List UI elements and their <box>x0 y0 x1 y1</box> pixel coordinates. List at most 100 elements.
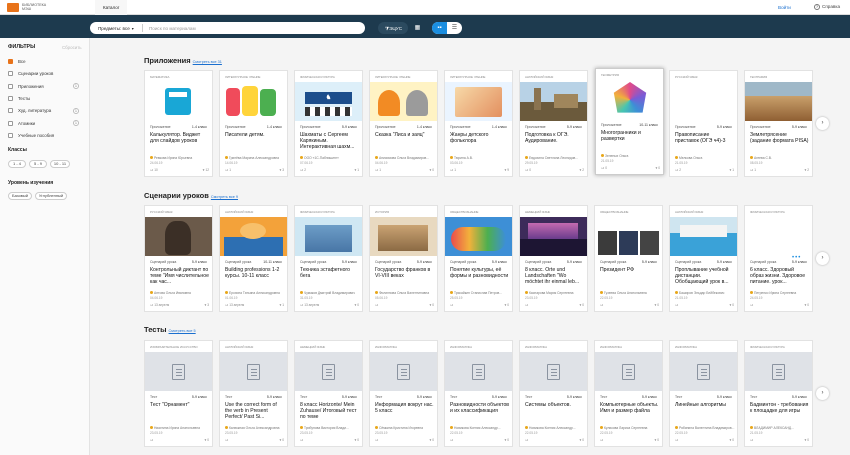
card-title[interactable]: 6 класс. Здоровый образ жизни. Здоровое … <box>750 267 809 286</box>
material-card[interactable]: Геометрия Приложение 10-11 класс Многогранн… <box>595 68 664 175</box>
likes[interactable]: ♥ 1 <box>279 303 284 307</box>
material-card[interactable]: Информатика Тест 5-9 класс Линейные алгорит… <box>669 340 738 447</box>
material-card[interactable]: Литературное чтение Приложение 1-4 класс Жа… <box>444 70 513 177</box>
search-input[interactable]: Поиск по материалам <box>149 26 196 31</box>
next-arrow-icon[interactable]: › <box>816 252 829 265</box>
material-card[interactable]: Изобразительное искусство Тест 5-9 класс Те… <box>144 340 213 447</box>
material-card[interactable]: История Сценарий урока 5-9 класс Государств… <box>369 205 438 312</box>
likes[interactable]: ♥ 0 <box>729 303 734 307</box>
material-card[interactable]: География Приложение 5-9 класс Землетрясени… <box>744 70 813 177</box>
card-title[interactable]: Шахматы с Сергеем Карякиным. Интерактивн… <box>300 132 359 151</box>
card-title[interactable]: Сказка "Лиса и заяц" <box>375 132 434 151</box>
grid-view-icon[interactable]: ▪▪ <box>432 22 447 34</box>
checkbox[interactable] <box>8 95 13 101</box>
library-logo-icon[interactable] <box>7 3 19 12</box>
see-all-link[interactable]: Смотреть все 5 <box>169 329 196 333</box>
material-card[interactable]: Обществознание Сценарий урока 5-9 класс Пон… <box>444 205 513 312</box>
likes[interactable]: ♥ 2 <box>579 168 584 172</box>
card-title[interactable]: Понятие культуры, её формы и разновиднос… <box>450 267 509 286</box>
material-card[interactable]: Английский язык Сценарий урока 10-11 класс… <box>219 205 288 312</box>
material-card[interactable]: Физическая культура ♞ Приложение 5-9 класс Ш… <box>294 70 363 177</box>
material-card[interactable]: Английский язык Тест 5-9 класс Use the corr… <box>219 340 288 447</box>
likes[interactable]: ♥ 0 <box>804 303 809 307</box>
card-title[interactable]: Системы объектов. <box>525 402 584 421</box>
likes[interactable]: ♥ 2 <box>804 168 809 172</box>
material-card[interactable]: Информатика Тест 5-9 класс Компьютерные объ… <box>594 340 663 447</box>
likes[interactable]: ♥ 0 <box>354 438 359 442</box>
card-title[interactable]: Многогранники и развертки <box>601 130 660 149</box>
checkbox[interactable] <box>8 83 13 89</box>
filter-button[interactable]: ⧩ЭЦУС <box>378 22 408 34</box>
card-title[interactable]: Землетрясение (задание формата PISA) <box>750 132 809 151</box>
checkbox[interactable] <box>8 132 13 138</box>
likes[interactable]: ♥ 0 <box>579 303 584 307</box>
reset-filters-link[interactable]: Сбросить <box>62 45 82 50</box>
material-card[interactable]: Информатика Тест 5-9 класс Информация вокру… <box>369 340 438 447</box>
material-card[interactable]: Английский язык Приложение 5-9 класс Подгот… <box>519 70 588 177</box>
likes[interactable]: ♥ 3 <box>279 168 284 172</box>
material-card[interactable]: Математика Приложение 1-4 класс Калькулятор… <box>144 70 213 177</box>
card-title[interactable]: Building professions 1-2 курсы. 10-11 кл… <box>225 267 284 286</box>
card-title[interactable]: Техника эстафетного бега <box>300 267 359 286</box>
checkbox[interactable] <box>8 59 13 64</box>
login-link[interactable]: Войти <box>778 5 791 10</box>
material-card[interactable]: Русский язык Приложение 5-9 класс Правописа… <box>669 70 738 177</box>
likes[interactable]: ♥ 0 <box>354 303 359 307</box>
material-card[interactable]: Информатика Тест 5-9 класс Системы объектов… <box>519 340 588 447</box>
card-title[interactable]: Проплывание учебной дистанции. Обобщающи… <box>675 267 734 286</box>
card-title[interactable]: Жанры детского фольклора <box>450 132 509 151</box>
material-card[interactable]: Литературное чтение Приложение 1-4 класс Пи… <box>219 70 288 177</box>
subject-select[interactable]: Предметы: все ▾ <box>98 26 134 31</box>
material-card[interactable]: Физическая культура Сценарий урока 5-9 кла… <box>294 205 363 312</box>
card-title[interactable]: Писатели детям. <box>225 132 284 151</box>
likes[interactable]: ♥ 0 <box>655 166 660 170</box>
material-card[interactable]: Физическая культура Тест 5-9 класс Бадминто… <box>744 340 813 447</box>
see-all-link[interactable]: Смотреть все 31 <box>193 60 222 64</box>
see-all-link[interactable]: Смотреть все 9 <box>211 195 238 199</box>
likes[interactable]: ♥ 1 <box>729 168 734 172</box>
card-title[interactable]: Тест "Орнамент" <box>150 402 209 421</box>
card-title[interactable]: 8 класс Horizonte/ Mein Zuhause/ Итоговы… <box>300 402 359 421</box>
material-card[interactable]: Физическая культура ••• Сценарий урока 5-9 … <box>744 205 813 312</box>
material-card[interactable]: Литературное чтение Приложение 1-4 класс Ск… <box>369 70 438 177</box>
list-view-icon[interactable]: ☰ <box>447 22 462 34</box>
calendar-icon[interactable]: ▦ <box>412 22 423 34</box>
class-chip[interactable]: 10 - 11 <box>50 160 70 168</box>
tab-catalog[interactable]: Каталог <box>95 0 128 15</box>
next-arrow-icon[interactable]: › <box>816 387 829 400</box>
likes[interactable]: ♥ 0 <box>429 438 434 442</box>
card-title[interactable]: Компьютерные объекты. Имя и размер файла <box>600 402 659 421</box>
card-title[interactable]: Бадминтон - требования к площадке для иг… <box>750 402 809 421</box>
likes[interactable]: ♥ 0 <box>279 438 284 442</box>
level-chip[interactable]: Углубленный <box>35 192 67 200</box>
material-card[interactable]: Немецкий язык Тест 5-9 класс 8 класс Horizo… <box>294 340 363 447</box>
card-title[interactable]: Информация вокруг нас. 5 класс <box>375 402 434 421</box>
likes[interactable]: ♥ 1 <box>354 168 359 172</box>
likes[interactable]: ♥ 0 <box>429 168 434 172</box>
class-chip[interactable]: 1 - 4 <box>8 160 26 168</box>
likes[interactable]: ♥ 12 <box>203 168 209 172</box>
likes[interactable]: ♥ 0 <box>654 303 659 307</box>
likes[interactable]: ♥ 0 <box>504 438 509 442</box>
card-title[interactable]: Контрольный диктант по теме "Имя числите… <box>150 267 209 286</box>
likes[interactable]: ♥ 0 <box>429 303 434 307</box>
card-title[interactable]: Президент РФ <box>600 267 659 286</box>
card-title[interactable]: Подготовка к ОГЭ. Аудирование. <box>525 132 584 151</box>
card-title[interactable]: Линейные алгоритмы <box>675 402 734 421</box>
material-card[interactable]: Информатика Тест 5-9 класс Разновидности об… <box>444 340 513 447</box>
likes[interactable]: ♥ 0 <box>579 438 584 442</box>
material-card[interactable]: Английский язык Сценарий урока 5-9 класс Пр… <box>669 205 738 312</box>
card-title[interactable]: Разновидности объектов и их классификаци… <box>450 402 509 421</box>
help-link[interactable]: ? Справка <box>814 4 840 10</box>
likes[interactable]: ♥ 0 <box>654 438 659 442</box>
likes[interactable]: ♥ 0 <box>204 438 209 442</box>
likes[interactable]: ♥ 9 <box>504 168 509 172</box>
card-title[interactable]: Калькулятор. Виджет для слайдов уроков <box>150 132 209 151</box>
checkbox[interactable] <box>8 108 13 114</box>
likes[interactable]: ♥ 0 <box>804 438 809 442</box>
class-chip[interactable]: 5 - 9 <box>29 160 47 168</box>
logo-text[interactable]: БИБЛИОТЕКА МЭШ <box>22 3 54 11</box>
likes[interactable]: ♥ 0 <box>504 303 509 307</box>
material-card[interactable]: Обществознание Сценарий урока 5-9 класс Пре… <box>594 205 663 312</box>
material-card[interactable]: Немецкий язык Сценарий урока 5-9 класс 8 кл… <box>519 205 588 312</box>
